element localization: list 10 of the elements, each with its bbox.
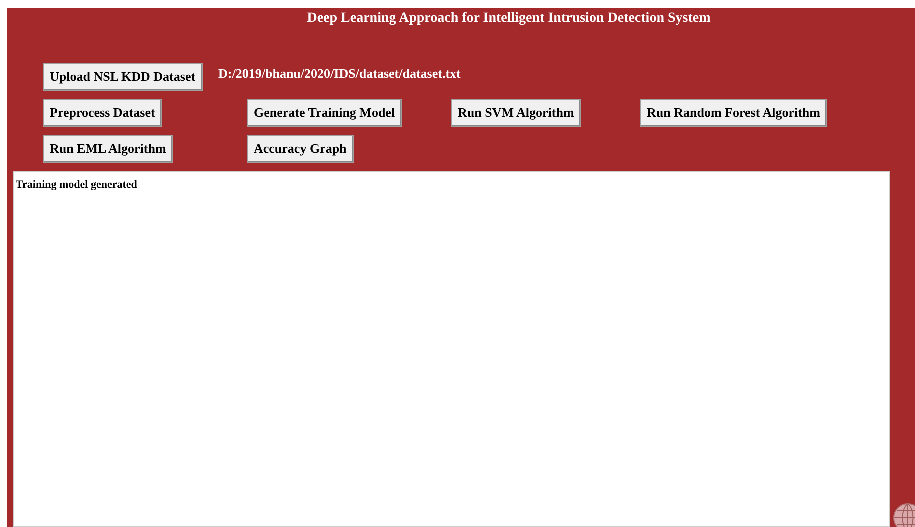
action-button[interactable]: Run Random Forest Algorithm	[640, 99, 828, 127]
window-title: Deep Learning Approach for Intelligent Intrusion Detection System	[306, 10, 712, 28]
output-text: Training model generated	[16, 179, 138, 191]
action-button[interactable]: Run EML Algorithm	[43, 135, 174, 163]
action-button[interactable]: Accuracy Graph	[247, 135, 354, 163]
dataset-path: D:/2019/bhanu/2020/IDS/dataset/dataset.txt	[218, 66, 461, 82]
upload-button[interactable]: Upload NSL KDD Dataset	[43, 63, 203, 91]
action-button[interactable]: Preprocess Dataset	[43, 99, 162, 127]
action-button[interactable]: Run SVM Algorithm	[451, 99, 582, 127]
action-button[interactable]: Generate Training Model	[247, 99, 402, 127]
